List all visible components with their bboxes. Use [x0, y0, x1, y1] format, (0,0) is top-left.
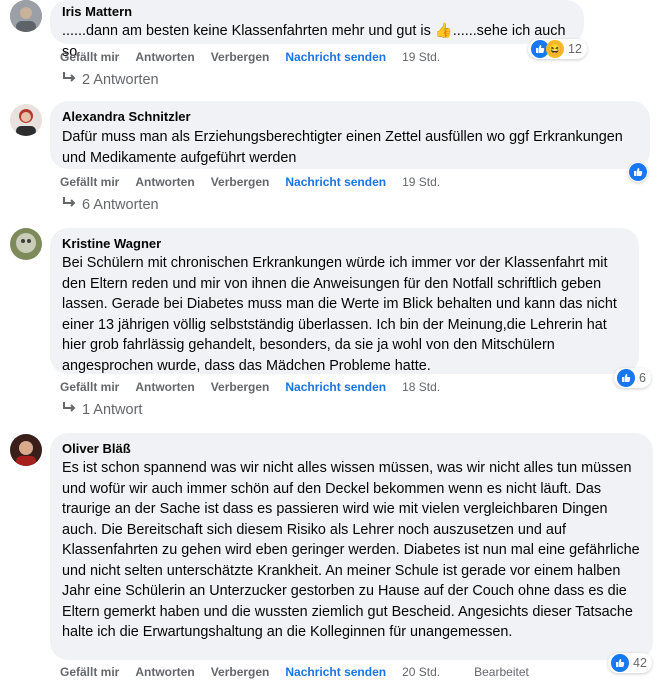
comment-bubble: Alexandra Schnitzler Dafür muss man als …	[50, 101, 650, 169]
like-button[interactable]: Gefällt mir	[60, 175, 119, 189]
avatar[interactable]	[10, 434, 42, 466]
comment-author[interactable]: Kristine Wagner	[62, 236, 627, 252]
comment-actions: Gefällt mir Antworten Verbergen Nachrich…	[60, 665, 545, 679]
reaction-count: 42	[633, 656, 647, 670]
like-button[interactable]: Gefällt mir	[60, 50, 119, 64]
like-button[interactable]: Gefällt mir	[60, 665, 119, 679]
hide-button[interactable]: Verbergen	[211, 175, 270, 189]
timestamp[interactable]: 19 Std.	[402, 175, 440, 189]
reply-button[interactable]: Antworten	[135, 380, 194, 394]
replies-count: 6 Antworten	[82, 197, 159, 213]
haha-icon: 😆	[546, 40, 564, 58]
timestamp[interactable]: 18 Std.	[402, 380, 440, 394]
avatar[interactable]	[10, 104, 42, 136]
comment-text: Bei Schülern mit chronischen Erkrankunge…	[62, 255, 617, 374]
avatar[interactable]	[10, 0, 42, 32]
replies-count: 1 Antwort	[82, 402, 143, 418]
view-replies-link[interactable]: 2 Antworten	[62, 72, 159, 88]
hide-button[interactable]: Verbergen	[211, 380, 270, 394]
reply-arrow-icon	[62, 402, 76, 418]
send-message-button[interactable]: Nachricht senden	[285, 50, 386, 64]
comment-text: Es ist schon spannend was wir nicht alle…	[62, 460, 640, 640]
reply-button[interactable]: Antworten	[135, 50, 194, 64]
comment-author[interactable]: Iris Mattern	[62, 4, 572, 20]
send-message-button[interactable]: Nachricht senden	[285, 380, 386, 394]
reaction-summary[interactable]: 😆 12	[528, 39, 587, 59]
avatar[interactable]	[10, 228, 42, 260]
view-replies-link[interactable]: 6 Antworten	[62, 197, 159, 213]
reaction-count: 12	[568, 42, 582, 56]
hide-button[interactable]: Verbergen	[211, 50, 270, 64]
reply-button[interactable]: Antworten	[135, 175, 194, 189]
reaction-count: 6	[639, 371, 646, 385]
comment-author[interactable]: Oliver Bläß	[62, 441, 641, 457]
reply-arrow-icon	[62, 72, 76, 88]
comment-actions: Gefällt mir Antworten Verbergen Nachrich…	[60, 175, 456, 189]
replies-count: 2 Antworten	[82, 72, 159, 88]
comment-bubble: Oliver Bläß Es ist schon spannend was wi…	[50, 433, 653, 660]
comment-author[interactable]: Alexandra Schnitzler	[62, 109, 638, 125]
send-message-button[interactable]: Nachricht senden	[285, 665, 386, 679]
edited-label: Bearbeitet	[474, 665, 529, 679]
comment-bubble: Kristine Wagner Bei Schülern mit chronis…	[50, 228, 639, 374]
like-icon	[617, 369, 635, 387]
reply-button[interactable]: Antworten	[135, 665, 194, 679]
send-message-button[interactable]: Nachricht senden	[285, 175, 386, 189]
reaction-summary[interactable]: 42	[608, 653, 652, 673]
like-button[interactable]: Gefällt mir	[60, 380, 119, 394]
reaction-summary[interactable]: 6	[614, 368, 651, 388]
comment-actions: Gefällt mir Antworten Verbergen Nachrich…	[60, 50, 456, 64]
timestamp[interactable]: 20 Std.	[402, 665, 440, 679]
reply-arrow-icon	[62, 197, 76, 213]
timestamp[interactable]: 19 Std.	[402, 50, 440, 64]
comment-bubble: Iris Mattern ......dann am besten keine …	[50, 0, 584, 60]
like-icon	[611, 654, 629, 672]
like-icon	[629, 163, 647, 181]
comment-text: Dafür muss man als Erziehungsberechtigte…	[62, 129, 623, 166]
hide-button[interactable]: Verbergen	[211, 665, 270, 679]
reaction-summary[interactable]	[628, 162, 648, 182]
view-replies-link[interactable]: 1 Antwort	[62, 402, 142, 418]
comment-actions: Gefällt mir Antworten Verbergen Nachrich…	[60, 380, 456, 394]
